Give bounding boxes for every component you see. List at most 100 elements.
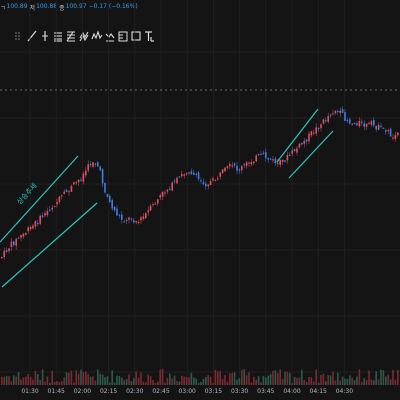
candle-body <box>361 121 363 123</box>
time-tick-label: 02:00 <box>73 388 92 395</box>
candle-body <box>142 216 145 220</box>
volume-bar <box>315 369 317 385</box>
candle-body <box>205 183 207 187</box>
volume-bar <box>87 373 89 385</box>
candle-body <box>392 137 394 139</box>
volume-bar <box>41 369 44 385</box>
price-chart[interactable]: 상승추세 <box>0 0 400 400</box>
volume-bar <box>392 369 394 385</box>
candle-body <box>269 158 272 160</box>
volume-bar <box>94 380 97 385</box>
candle-body <box>159 195 161 198</box>
candle-body <box>8 248 10 252</box>
candle-body <box>200 180 202 182</box>
candle-body <box>344 112 346 121</box>
candle-body <box>221 169 224 174</box>
volume-bar <box>142 381 145 385</box>
time-tick-label: 03:30 <box>230 388 249 395</box>
candle-body <box>44 212 46 216</box>
volume-bar <box>58 382 61 385</box>
time-tick-label: 01:45 <box>47 388 65 395</box>
candle-body <box>166 189 169 192</box>
candle-body <box>97 162 99 167</box>
candle-body <box>274 158 277 164</box>
candle-body <box>118 214 121 216</box>
candle-body <box>301 142 303 145</box>
volume-bar <box>231 373 233 385</box>
volume-bar <box>339 380 341 385</box>
volume-bar <box>13 375 15 385</box>
volume-bar <box>351 377 353 385</box>
candle-body <box>277 162 279 165</box>
volume-bar <box>305 382 308 385</box>
volume-bar <box>17 372 20 385</box>
volume-bar <box>377 379 380 385</box>
volume-bar <box>65 372 68 385</box>
candle-body <box>49 209 51 211</box>
candle-body <box>241 166 243 171</box>
candle-body <box>387 130 389 132</box>
candle-body <box>99 166 101 171</box>
volume-bar <box>106 376 109 385</box>
volume-bar <box>197 382 200 385</box>
volume-bar <box>233 372 236 385</box>
candle-body <box>245 162 248 166</box>
candle-body <box>291 150 293 154</box>
chart-screen[interactable]: ㄱ 100.89 저 100.88 종 100.97 −0.17 (−0.16%… <box>0 0 400 400</box>
volume-bar <box>63 377 65 385</box>
volume-bar <box>394 379 397 385</box>
volume-bar <box>229 373 231 385</box>
candle-body <box>231 165 233 167</box>
candle-body <box>104 182 106 193</box>
volume-bar <box>219 370 221 385</box>
volume-bar <box>387 374 389 385</box>
candle-body <box>394 135 397 139</box>
volume-bar <box>224 375 226 385</box>
candle-body <box>101 169 104 184</box>
candle-body <box>229 163 231 167</box>
candle-body <box>109 195 111 202</box>
time-axis: 01:30 01:45 02:00 02:15 02:30 02:45 03:00 03:15… <box>0 386 400 400</box>
candle-body <box>325 120 327 122</box>
volume-bar <box>310 377 313 385</box>
candle-body <box>176 177 178 184</box>
candle-body <box>226 166 229 168</box>
candle-body <box>154 203 157 205</box>
volume-bar <box>178 381 181 385</box>
candle-body <box>320 124 322 129</box>
candle-body <box>13 241 15 246</box>
candle-body <box>380 125 382 127</box>
volume-bar <box>363 378 365 385</box>
volume-bar <box>77 373 80 385</box>
volume-bar <box>291 382 293 385</box>
candle-body <box>53 206 56 208</box>
candle-body <box>262 152 265 154</box>
candle-body <box>296 148 298 153</box>
volume-bar <box>332 371 334 385</box>
candle-body <box>171 182 173 191</box>
candle-body <box>346 120 349 122</box>
candle-body <box>173 180 176 182</box>
candle-body <box>334 110 337 114</box>
trend-channels: 상승추세 <box>0 108 334 288</box>
candle-body <box>315 127 317 134</box>
candle-body <box>351 123 353 125</box>
volume-bar <box>262 375 265 385</box>
volume-bar <box>303 379 305 385</box>
candle-body <box>370 121 373 125</box>
volume-bar <box>185 376 188 385</box>
candle-body <box>385 130 387 132</box>
volume-bar <box>389 379 392 385</box>
volume-bar <box>365 379 368 385</box>
candle-body <box>164 192 166 194</box>
volume-bar <box>265 377 267 385</box>
candle-body <box>377 125 380 130</box>
volume-bar <box>193 377 195 385</box>
candle-body <box>17 237 20 239</box>
candle-body <box>10 241 13 248</box>
volume-bar <box>5 376 8 385</box>
volume-bar <box>373 380 375 385</box>
volume-bar <box>154 382 157 385</box>
volume-bar <box>133 378 135 385</box>
volume-bar <box>10 381 13 385</box>
